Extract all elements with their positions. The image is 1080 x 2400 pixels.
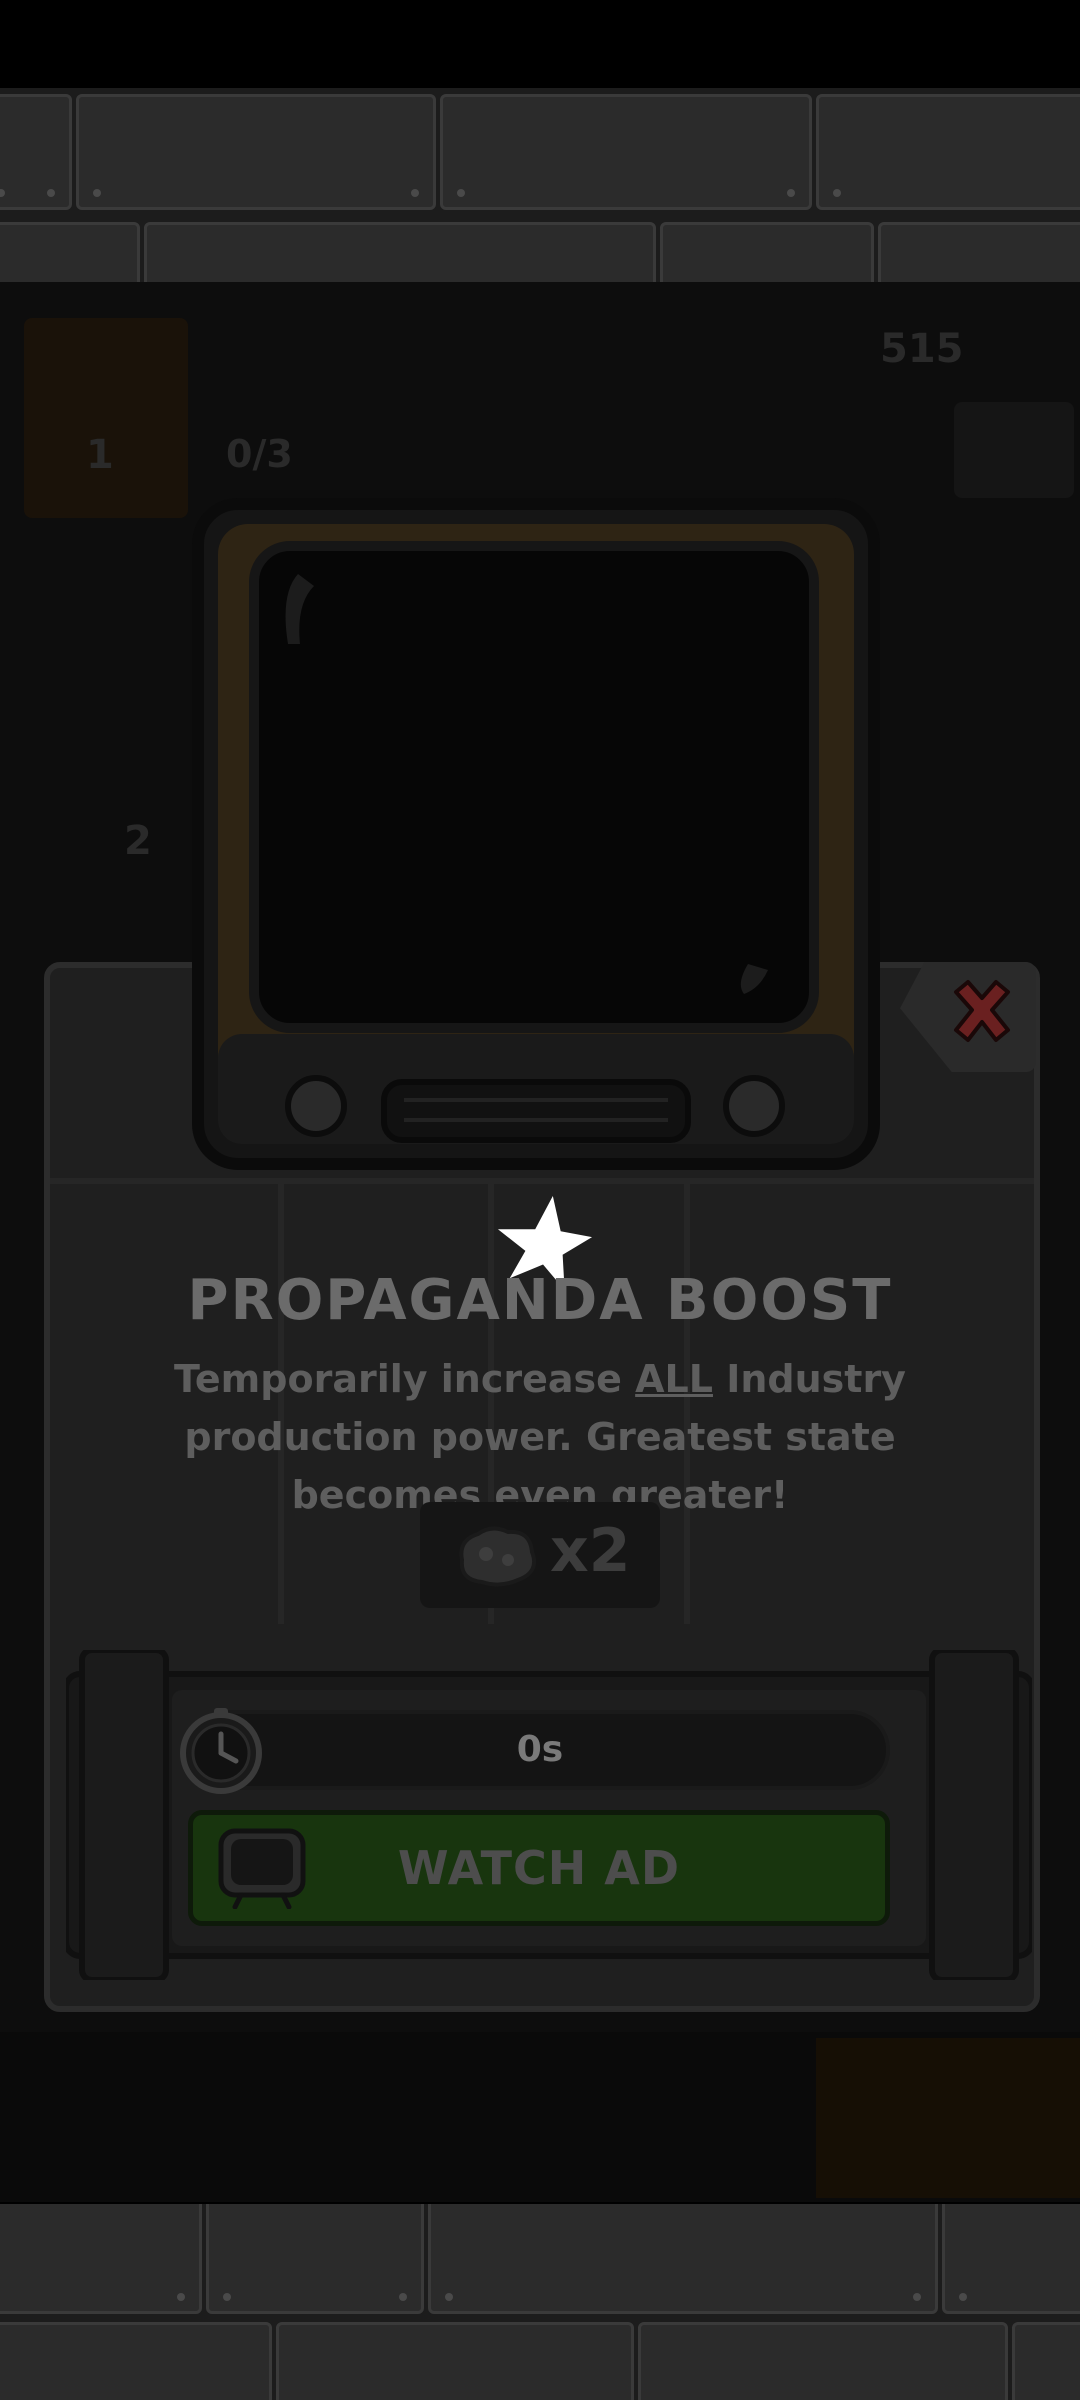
multiplier-value: x2 [550,1516,631,1586]
watch-ad-label: WATCH AD [397,1841,681,1895]
hud-box-left [24,318,188,518]
description-text-start: Temporarily increase [174,1357,636,1401]
bottom-wall [0,2204,1080,2400]
timer-value: 0s [516,1729,564,1770]
hud-counter-c: 515 [880,326,964,372]
ore-icon [459,1526,537,1587]
close-icon[interactable] [946,976,1018,1048]
popup-title: PROPAGANDA BOOST [187,1268,893,1333]
top-wall [0,88,1080,282]
hud-counter-d: 2 [124,818,152,864]
clock-icon [180,1708,262,1794]
tv-icon [192,498,880,1170]
hud-box-right [954,402,1074,498]
popup-description: Temporarily increase ALL Industry produc… [100,1350,980,1524]
timer-bar: 0s [190,1710,890,1790]
bottom-nav-active-tab [816,2038,1080,2198]
multiplier-badge: x2 [420,1502,660,1608]
hud-counter-a: 1 [86,432,114,478]
hud-counter-b: 0/3 [226,432,293,476]
description-emphasis: ALL [635,1357,713,1401]
watch-ad-button[interactable]: WATCH AD [188,1810,890,1926]
